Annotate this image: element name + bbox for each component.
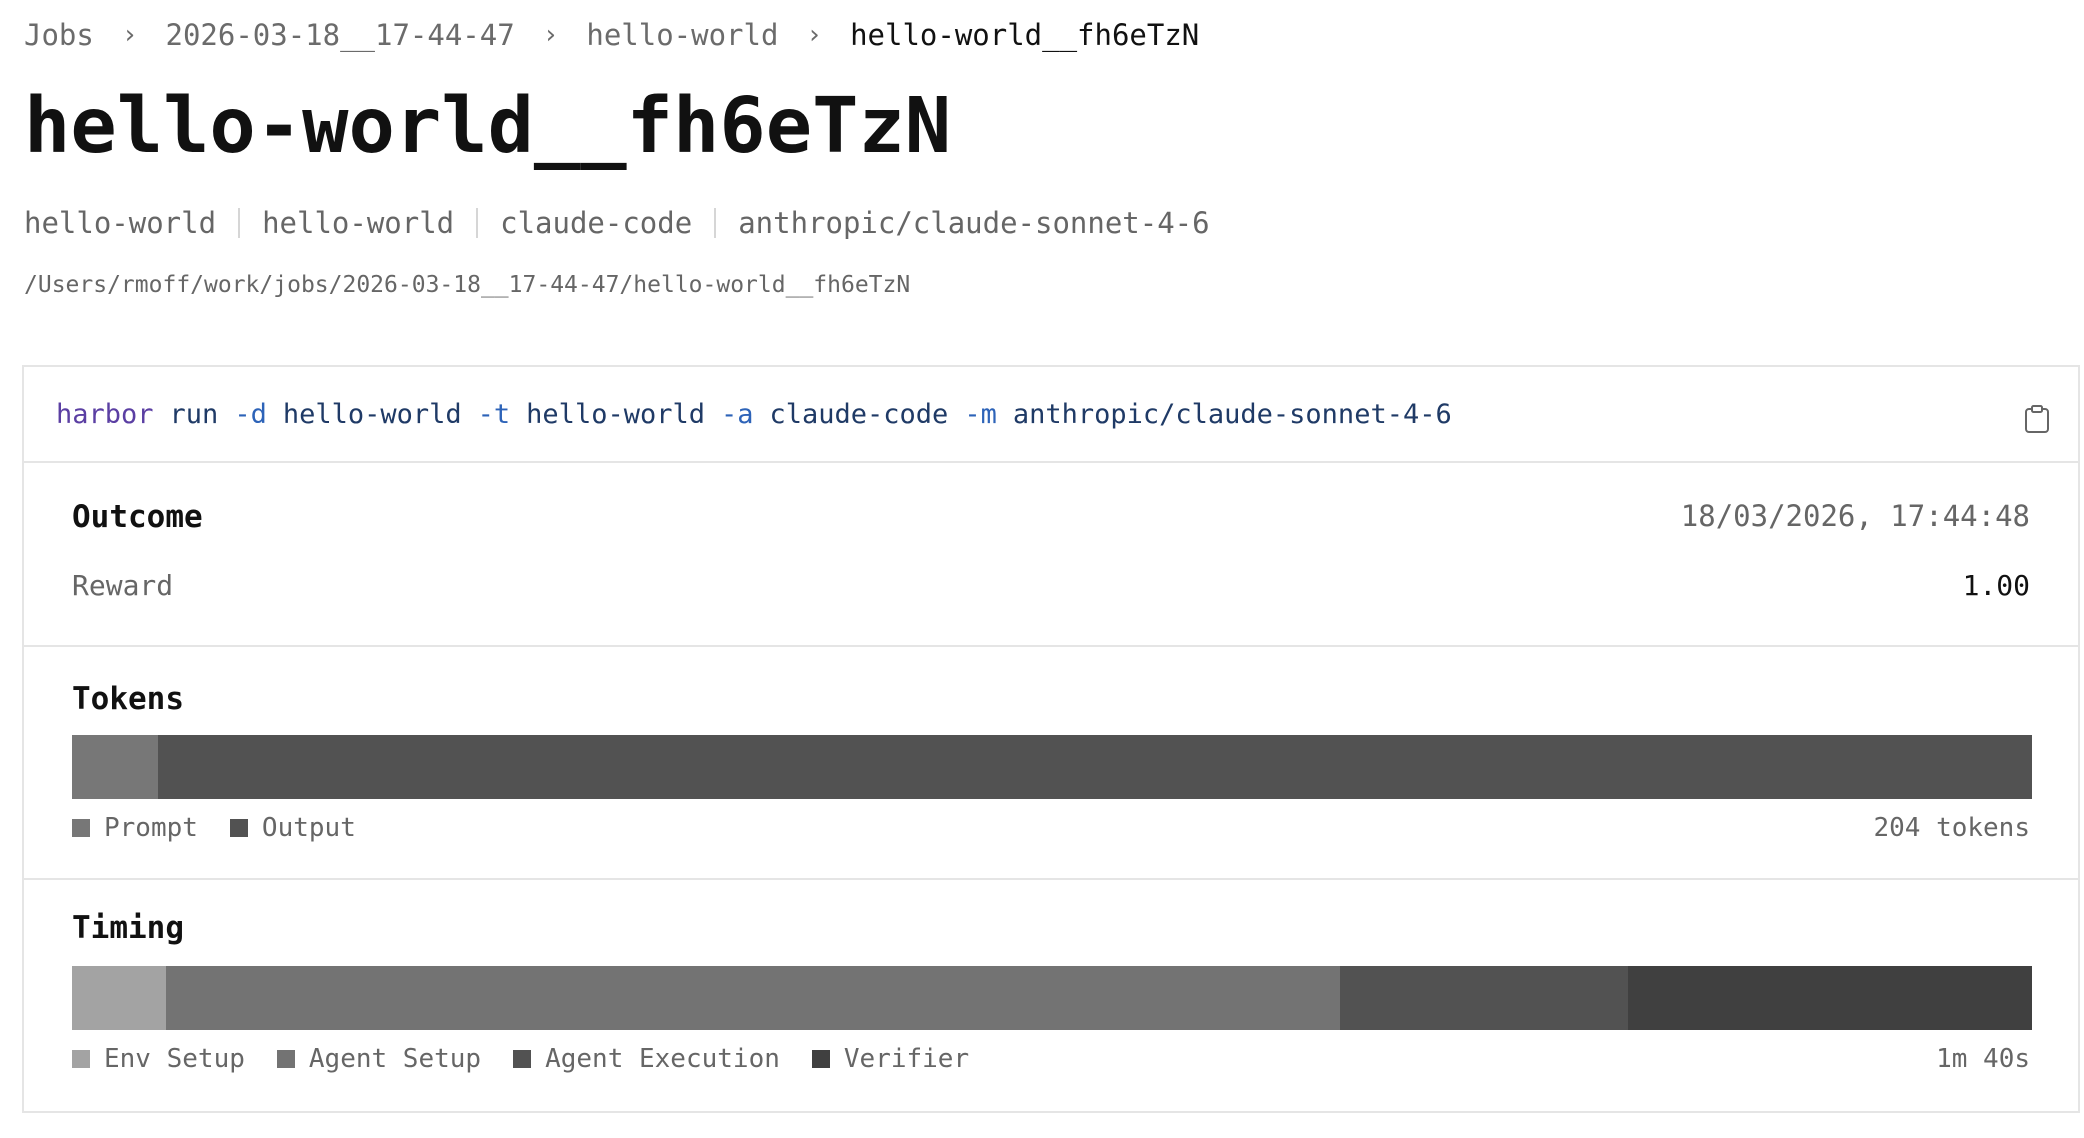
tokens-bar bbox=[72, 735, 2032, 799]
legend-label: Agent Execution bbox=[545, 1044, 780, 1074]
command-bar: harbor run -d hello-world -t hello-world… bbox=[24, 367, 2078, 463]
legend-label: Prompt bbox=[104, 813, 198, 843]
breadcrumb-jobs-link[interactable]: Jobs bbox=[24, 18, 94, 52]
trial-meta: hello-world hello-world claude-code anth… bbox=[24, 206, 1210, 240]
timing-section: Timing Env Setup Agent Setup Agent Executi… bbox=[24, 880, 2078, 1113]
breadcrumb-current-trial: hello-world__fh6eTzN bbox=[850, 18, 1200, 52]
meta-divider bbox=[238, 208, 241, 238]
outcome-heading: Outcome bbox=[72, 499, 203, 535]
trial-path: /Users/rmoff/work/jobs/2026-03-18__17-44… bbox=[24, 272, 911, 298]
command-program: harbor bbox=[56, 398, 154, 430]
meta-task: hello-world bbox=[262, 206, 455, 240]
command-flag: -m bbox=[964, 398, 997, 430]
meta-dataset: hello-world bbox=[24, 206, 217, 240]
tokens-segment-output bbox=[158, 735, 2032, 799]
timing-legend-item: Env Setup bbox=[72, 1044, 245, 1074]
legend-swatch bbox=[72, 819, 90, 837]
legend-label: Agent Setup bbox=[308, 1044, 482, 1074]
timing-segment-agent-execution bbox=[1340, 966, 1629, 1030]
timing-bar bbox=[72, 966, 2032, 1030]
legend-swatch bbox=[229, 819, 248, 837]
timing-total: 1m 40s bbox=[1936, 1044, 2030, 1074]
clipboard-icon[interactable] bbox=[2024, 404, 2050, 434]
meta-model: anthropic/claude-sonnet-4-6 bbox=[738, 206, 1210, 240]
timing-segment-env-setup bbox=[72, 966, 167, 1030]
breadcrumb-task-link[interactable]: hello-world bbox=[586, 18, 778, 52]
timing-legend-item: Agent Execution bbox=[513, 1044, 780, 1074]
tokens-legend-item: Output bbox=[229, 813, 356, 843]
command-flag: -d bbox=[234, 398, 267, 430]
tokens-section: Tokens Prompt Output 204 tokens bbox=[24, 647, 2078, 880]
timing-legend-item: Verifier bbox=[811, 1044, 970, 1074]
timing-legend-item: Agent Setup bbox=[276, 1044, 482, 1074]
tokens-segment-prompt bbox=[72, 735, 159, 799]
legend-swatch bbox=[276, 1050, 295, 1068]
meta-agent: claude-code bbox=[500, 206, 693, 240]
meta-divider bbox=[476, 208, 479, 238]
timing-legend: Env Setup Agent Setup Agent Execution Verif… bbox=[72, 1044, 1001, 1074]
trial-card: harbor run -d hello-world -t hello-world… bbox=[22, 365, 2080, 1113]
tokens-heading: Tokens bbox=[72, 681, 184, 717]
legend-swatch bbox=[811, 1050, 830, 1068]
chevron-right-icon: › bbox=[121, 20, 138, 50]
timing-segment-agent-setup bbox=[166, 966, 1341, 1030]
legend-label: Verifier bbox=[843, 1044, 970, 1074]
reward-label: Reward bbox=[72, 569, 174, 602]
tokens-total: 204 tokens bbox=[1873, 813, 2030, 843]
command-flag: -t bbox=[477, 398, 511, 430]
legend-label: Output bbox=[261, 813, 356, 843]
command-value: hello-world bbox=[282, 398, 462, 430]
legend-swatch bbox=[72, 1050, 90, 1068]
breadcrumb: Jobs › 2026-03-18__17-44-47 › hello-worl… bbox=[24, 18, 1199, 52]
legend-label: Env Setup bbox=[104, 1044, 245, 1074]
page-title: hello-world__fh6eTzN bbox=[24, 82, 952, 171]
command-subcommand: run bbox=[169, 398, 219, 430]
timing-heading: Timing bbox=[72, 910, 184, 946]
tokens-legend-item: Prompt bbox=[72, 813, 198, 843]
command-value: claude-code bbox=[769, 398, 949, 430]
command-value: anthropic/claude-sonnet-4-6 bbox=[1012, 398, 1452, 430]
meta-divider bbox=[714, 208, 717, 238]
outcome-timestamp: 18/03/2026, 17:44:48 bbox=[1680, 499, 2030, 533]
breadcrumb-job-link[interactable]: 2026-03-18__17-44-47 bbox=[166, 18, 515, 52]
tokens-legend: Prompt Output bbox=[72, 813, 388, 843]
legend-swatch bbox=[513, 1050, 532, 1068]
chevron-right-icon: › bbox=[542, 20, 559, 50]
command-flag: -a bbox=[720, 398, 754, 430]
outcome-section: Outcome 18/03/2026, 17:44:48 Reward 1.00 bbox=[24, 463, 2078, 647]
timing-segment-verifier bbox=[1628, 966, 2032, 1030]
chevron-right-icon: › bbox=[806, 20, 823, 50]
reward-value: 1.00 bbox=[1962, 569, 2030, 602]
command-value: hello-world bbox=[526, 398, 705, 430]
